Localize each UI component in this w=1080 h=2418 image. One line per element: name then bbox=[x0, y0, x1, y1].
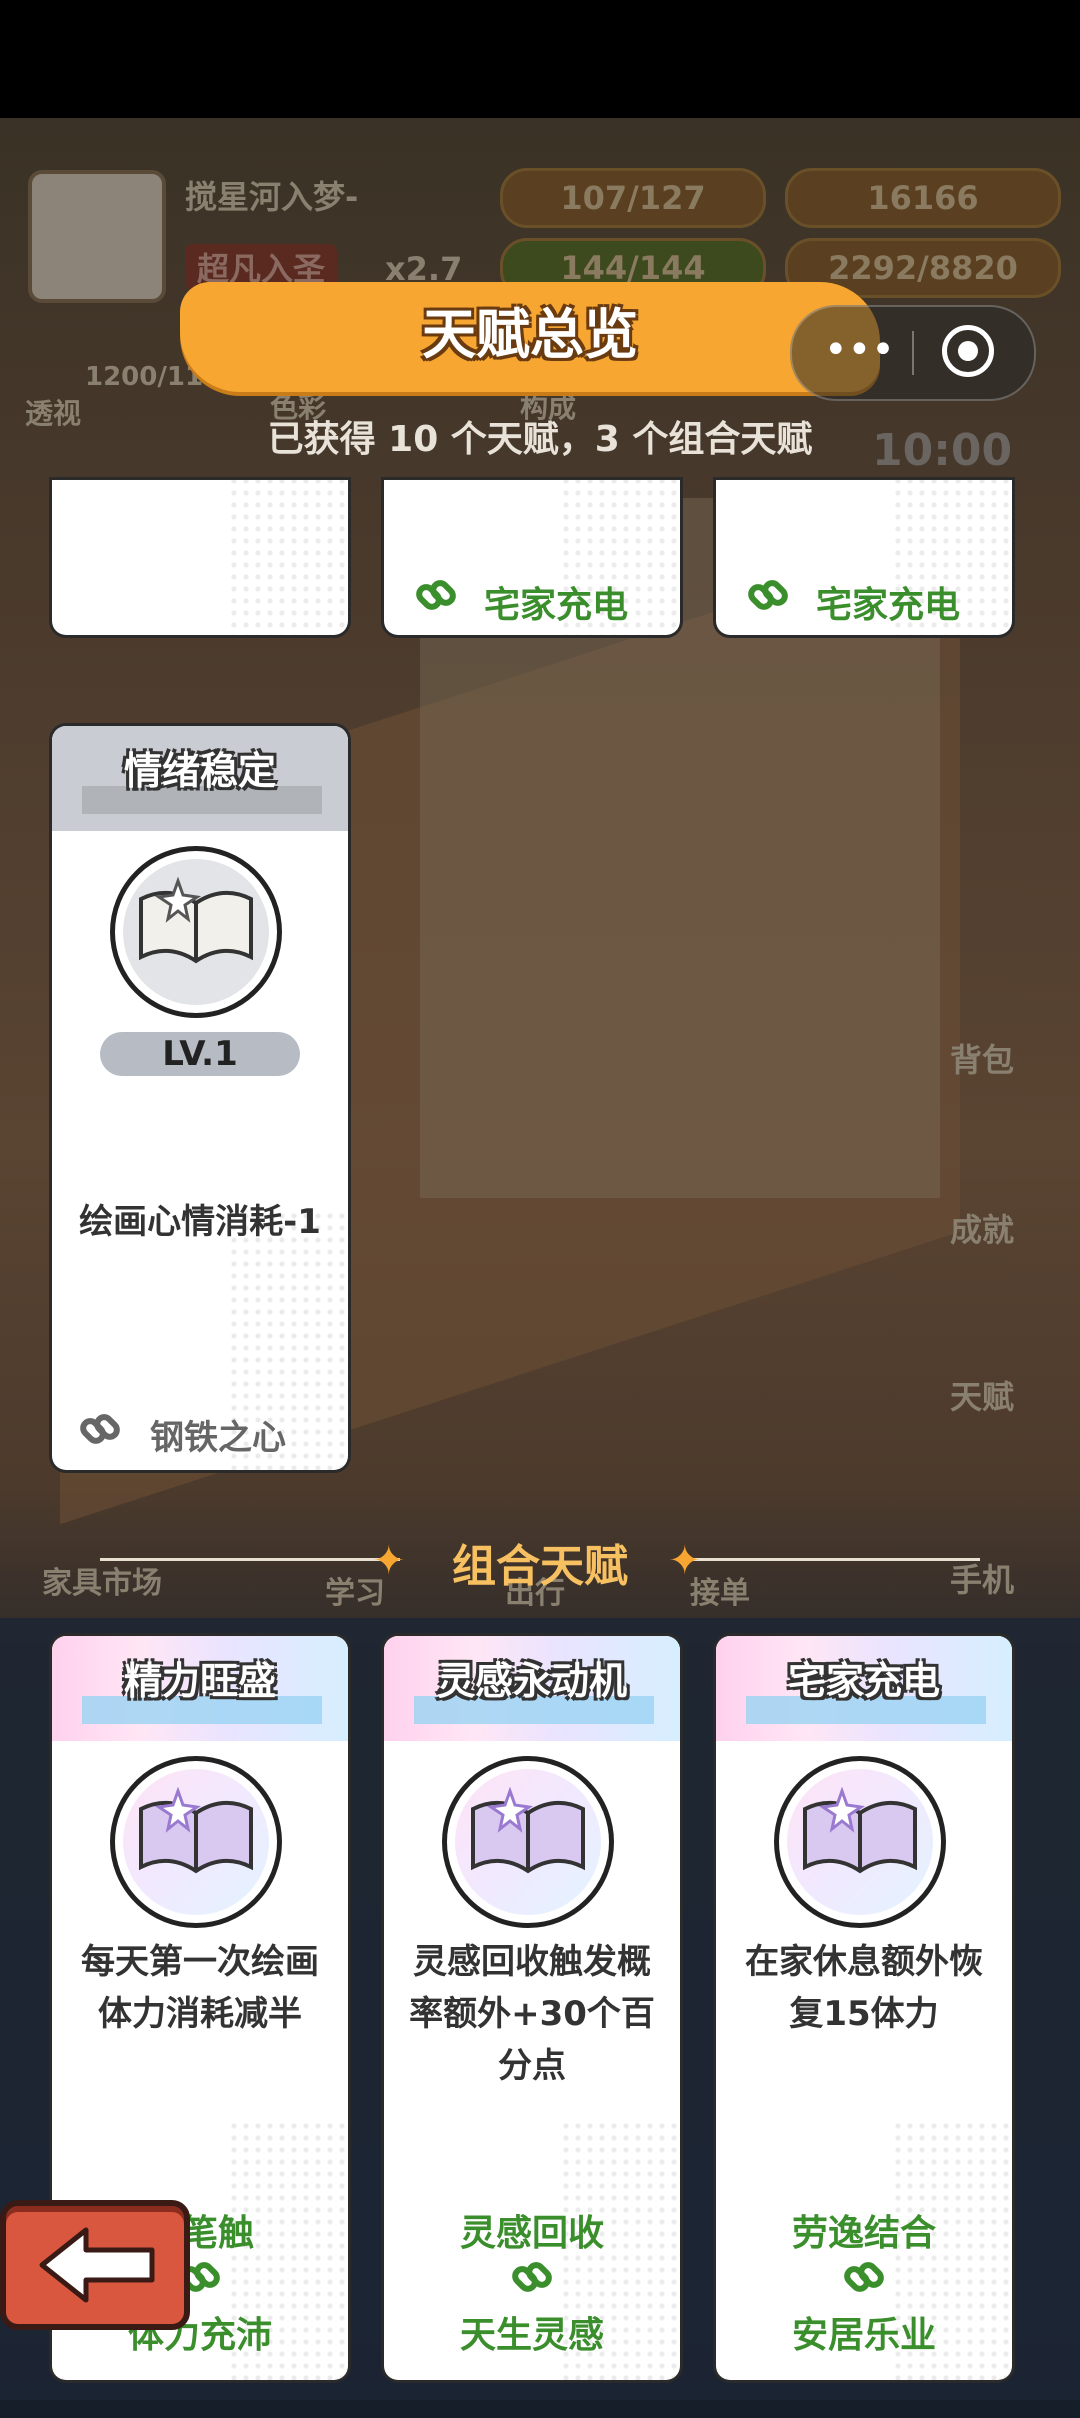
coin-counter: 16166 bbox=[785, 168, 1061, 228]
combo-desc-line2: 率额外+30个百 bbox=[409, 1994, 655, 2034]
combo-name: 精力旺盛 bbox=[123, 1659, 276, 1703]
page-title: 天赋总览 bbox=[422, 303, 638, 366]
talent-name: 情绪稳定 bbox=[123, 749, 276, 793]
combo-desc-line1: 在家休息额外恢 bbox=[745, 1942, 983, 1982]
combo-requirement-2: 天生灵感 bbox=[459, 2315, 604, 2356]
talent-card-partial-1[interactable] bbox=[52, 480, 348, 635]
more-icon[interactable]: ••• bbox=[824, 330, 904, 370]
level-badge: LV.1 bbox=[100, 1032, 300, 1076]
card-header: 宅家充电 bbox=[716, 1636, 1012, 1741]
link-icon bbox=[512, 2262, 552, 2292]
combo-requirement-2: 安居乐业 bbox=[791, 2315, 936, 2356]
talent-card-partial-2[interactable]: 宅家充电 bbox=[384, 480, 680, 635]
book-icon bbox=[442, 1756, 614, 1928]
card-header: 精力旺盛 bbox=[52, 1636, 348, 1741]
back-button[interactable] bbox=[0, 2200, 190, 2330]
back-arrow-icon bbox=[39, 2227, 155, 2303]
side-menu-talents[interactable]: 天赋 bbox=[950, 1372, 1014, 1418]
side-menu-backpack[interactable]: 背包 bbox=[950, 1035, 1014, 1081]
card-link-label: 钢铁之心 bbox=[150, 1418, 286, 1458]
talent-card-emotional-stability[interactable]: 情绪稳定 LV.1 绘画心情消耗-1 钢铁之心 bbox=[52, 726, 348, 1470]
card-header: 灵感永动机 bbox=[384, 1636, 680, 1741]
energy-counter: 107/127 bbox=[500, 168, 766, 228]
link-icon bbox=[748, 580, 788, 610]
combo-card-home-recharge[interactable]: 宅家充电 在家休息额外恢 复15体力 劳逸结合 安居乐业 bbox=[716, 1636, 1012, 2380]
player-name: 搅星河入梦- bbox=[185, 178, 359, 216]
book-icon bbox=[774, 1756, 946, 1928]
combo-desc-line2: 复15体力 bbox=[789, 1994, 939, 2034]
book-icon bbox=[110, 846, 282, 1018]
title-banner: 天赋总览 bbox=[180, 282, 880, 392]
combo-desc-line1: 灵感回收触发概 bbox=[413, 1942, 651, 1982]
card-link-label: 宅家充电 bbox=[816, 585, 961, 626]
close-target-icon[interactable] bbox=[942, 325, 994, 377]
talent-description: 绘画心情消耗-1 bbox=[79, 1202, 321, 1242]
combo-requirement-1: 劳逸结合 bbox=[791, 2213, 936, 2254]
miniprogram-capsule[interactable]: ••• bbox=[790, 305, 1036, 401]
combo-requirement-1: 灵感回收 bbox=[459, 2213, 604, 2254]
combo-desc-line3: 分点 bbox=[498, 2046, 566, 2086]
combo-name: 灵感永动机 bbox=[436, 1659, 627, 1703]
link-icon bbox=[416, 580, 456, 610]
combo-card-inspiration-engine[interactable]: 灵感永动机 灵感回收触发概 率额外+30个百 分点 灵感回收 天生灵感 bbox=[384, 1636, 680, 2380]
card-header: 情绪稳定 bbox=[52, 726, 348, 831]
link-icon bbox=[80, 1414, 120, 1444]
talent-summary-subtitle: 已获得 10 个天赋，3 个组合天赋 bbox=[267, 419, 813, 460]
status-bar bbox=[0, 0, 1080, 118]
card-link-label: 宅家充电 bbox=[484, 585, 629, 626]
side-menu-achievements[interactable]: 成就 bbox=[950, 1205, 1014, 1251]
combo-desc-line2: 体力消耗减半 bbox=[98, 1994, 302, 2034]
talent-card-partial-3[interactable]: 宅家充电 bbox=[716, 480, 1012, 635]
combo-section-title: 组合天赋 bbox=[452, 1541, 628, 1592]
link-icon bbox=[844, 2262, 884, 2292]
book-icon bbox=[110, 1756, 282, 1928]
player-avatar[interactable] bbox=[28, 170, 166, 303]
combo-name: 宅家充电 bbox=[787, 1659, 940, 1703]
combo-desc-line1: 每天第一次绘画 bbox=[81, 1942, 319, 1982]
